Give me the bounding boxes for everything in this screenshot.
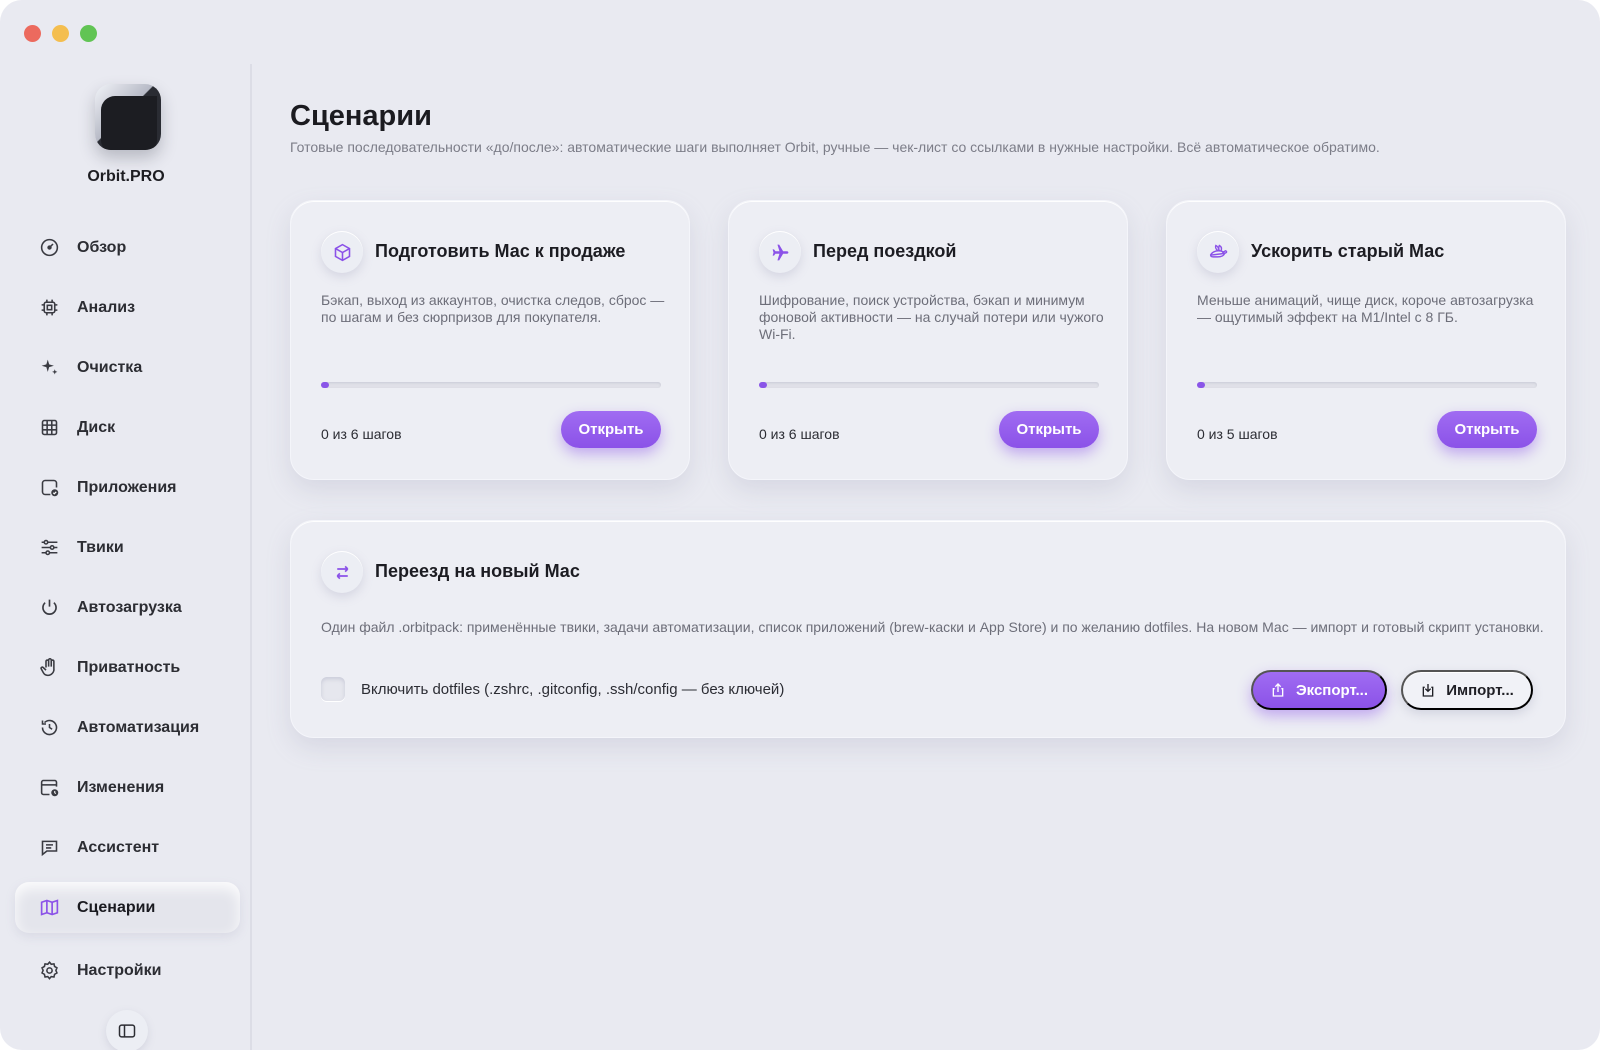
airplane-icon <box>759 231 801 273</box>
sidebar: Orbit.PRO Обзор Анализ Очистка Диск Прил… <box>0 64 252 1050</box>
hare-icon <box>1197 231 1239 273</box>
scenario-progress-bar <box>321 382 661 388</box>
sidebar-item-label: Приложения <box>77 478 177 496</box>
sidebar-item-cleanup[interactable]: Очистка <box>15 342 240 393</box>
sidebar-item-scenarios[interactable]: Сценарии <box>15 882 240 933</box>
scenario-progress-bar <box>759 382 1099 388</box>
scenario-title: Подготовить Мас к продаже <box>375 241 626 261</box>
box-icon <box>321 231 363 273</box>
close-window-button[interactable] <box>24 25 41 42</box>
progress-fill <box>1197 382 1205 388</box>
import-button[interactable]: Импорт... <box>1401 670 1533 710</box>
progress-fill <box>321 382 329 388</box>
main-content: Сценарии Готовые последовательности «до/… <box>290 0 1570 1050</box>
open-scenario-button[interactable]: Открыть <box>1437 411 1537 448</box>
sparkles-icon <box>38 357 60 379</box>
sidebar-item-label: Автозагрузка <box>77 598 182 616</box>
scenario-card-sell: Подготовить Мас к продаже Бэкап, выход и… <box>290 200 690 480</box>
sidebar-item-label: Автоматизация <box>77 718 200 736</box>
sidebar-nav: Обзор Анализ Очистка Диск Приложения Тви… <box>15 222 240 1005</box>
hand-icon <box>38 657 60 679</box>
sidebar-item-label: Анализ <box>77 298 136 316</box>
scenario-progress-bar <box>1197 382 1537 388</box>
window-controls <box>24 25 97 42</box>
scenario-steps-count: 0 из 5 шагов <box>1197 426 1278 442</box>
download-icon <box>1420 682 1436 698</box>
sidebar-item-assistant[interactable]: Ассистент <box>15 822 240 873</box>
migration-description: Один файл .orbitpack: применённые твики,… <box>321 619 1544 635</box>
sidebar-item-label: Твики <box>77 538 124 556</box>
sidebar-item-disk[interactable]: Диск <box>15 402 240 453</box>
scenario-title: Ускорить старый Мас <box>1251 241 1445 261</box>
export-button-label: Экспорт... <box>1295 681 1369 699</box>
sidebar-item-automation[interactable]: Автоматизация <box>15 702 240 753</box>
page-title: Сценарии <box>290 100 432 132</box>
app-check-icon <box>38 477 60 499</box>
app-name: Orbit.PRO <box>87 168 165 185</box>
open-scenario-button[interactable]: Открыть <box>999 411 1099 448</box>
share-icon <box>1270 682 1286 698</box>
chip-icon <box>38 297 60 319</box>
sidebar-toggle-icon <box>117 1021 137 1041</box>
history-icon <box>38 717 60 739</box>
sidebar-item-label: Очистка <box>77 358 143 376</box>
dotfiles-option: Включить dotfiles (.zshrc, .gitconfig, .… <box>321 677 784 701</box>
sliders-icon <box>38 537 60 559</box>
sidebar-item-label: Диск <box>77 418 116 436</box>
sidebar-item-apps[interactable]: Приложения <box>15 462 240 513</box>
map-icon <box>38 897 60 919</box>
open-scenario-button[interactable]: Открыть <box>561 411 661 448</box>
scenario-title: Перед поездкой <box>813 241 957 261</box>
dotfiles-checkbox-label[interactable]: Включить dotfiles (.zshrc, .gitconfig, .… <box>361 681 784 698</box>
export-button[interactable]: Экспорт... <box>1251 670 1387 710</box>
gauge-icon <box>38 237 60 259</box>
sidebar-toggle-button[interactable] <box>106 1010 148 1050</box>
sidebar-item-label: Приватность <box>77 658 181 676</box>
sidebar-item-privacy[interactable]: Приватность <box>15 642 240 693</box>
sidebar-item-label: Обзор <box>77 238 127 256</box>
scenario-description: Шифрование, поиск устройства, бэкап и ми… <box>759 292 1104 342</box>
sidebar-item-overview[interactable]: Обзор <box>15 222 240 273</box>
sidebar-item-settings[interactable]: Настройки <box>15 945 240 996</box>
gear-icon <box>38 960 60 982</box>
import-button-label: Импорт... <box>1446 681 1514 699</box>
migration-title: Переезд на новый Мас <box>375 561 580 581</box>
sidebar-item-startup[interactable]: Автозагрузка <box>15 582 240 633</box>
page-subtitle: Готовые последовательности «до/после»: а… <box>290 139 1380 155</box>
calendar-clock-icon <box>38 777 60 799</box>
migration-card: Переезд на новый Мас Один файл .orbitpac… <box>290 520 1566 738</box>
chat-icon <box>38 837 60 859</box>
scenario-steps-count: 0 из 6 шагов <box>759 426 840 442</box>
maximize-window-button[interactable] <box>80 25 97 42</box>
scenario-steps-count: 0 из 6 шагов <box>321 426 402 442</box>
dotfiles-checkbox[interactable] <box>321 677 345 701</box>
sidebar-item-label: Ассистент <box>77 838 160 856</box>
scenario-card-trip: Перед поездкой Шифрование, поиск устройс… <box>728 200 1128 480</box>
sidebar-item-label: Сценарии <box>77 898 156 916</box>
app-logo <box>95 84 161 150</box>
sidebar-item-label: Изменения <box>77 778 165 796</box>
grid-icon <box>38 417 60 439</box>
scenario-description: Бэкап, выход из аккаунтов, очистка следо… <box>321 292 665 325</box>
sidebar-item-label: Настройки <box>77 961 162 979</box>
app-window: Orbit.PRO Обзор Анализ Очистка Диск Прил… <box>0 0 1600 1050</box>
sidebar-item-analysis[interactable]: Анализ <box>15 282 240 333</box>
sidebar-item-tweaks[interactable]: Твики <box>15 522 240 573</box>
scenario-card-speedup: Ускорить старый Мас Меньше анимаций, чищ… <box>1166 200 1566 480</box>
scenario-description: Меньше анимаций, чище диск, короче автоз… <box>1197 292 1534 325</box>
arrows-swap-icon <box>321 551 363 593</box>
power-icon <box>38 597 60 619</box>
sidebar-item-changes[interactable]: Изменения <box>15 762 240 813</box>
minimize-window-button[interactable] <box>52 25 69 42</box>
progress-fill <box>759 382 767 388</box>
